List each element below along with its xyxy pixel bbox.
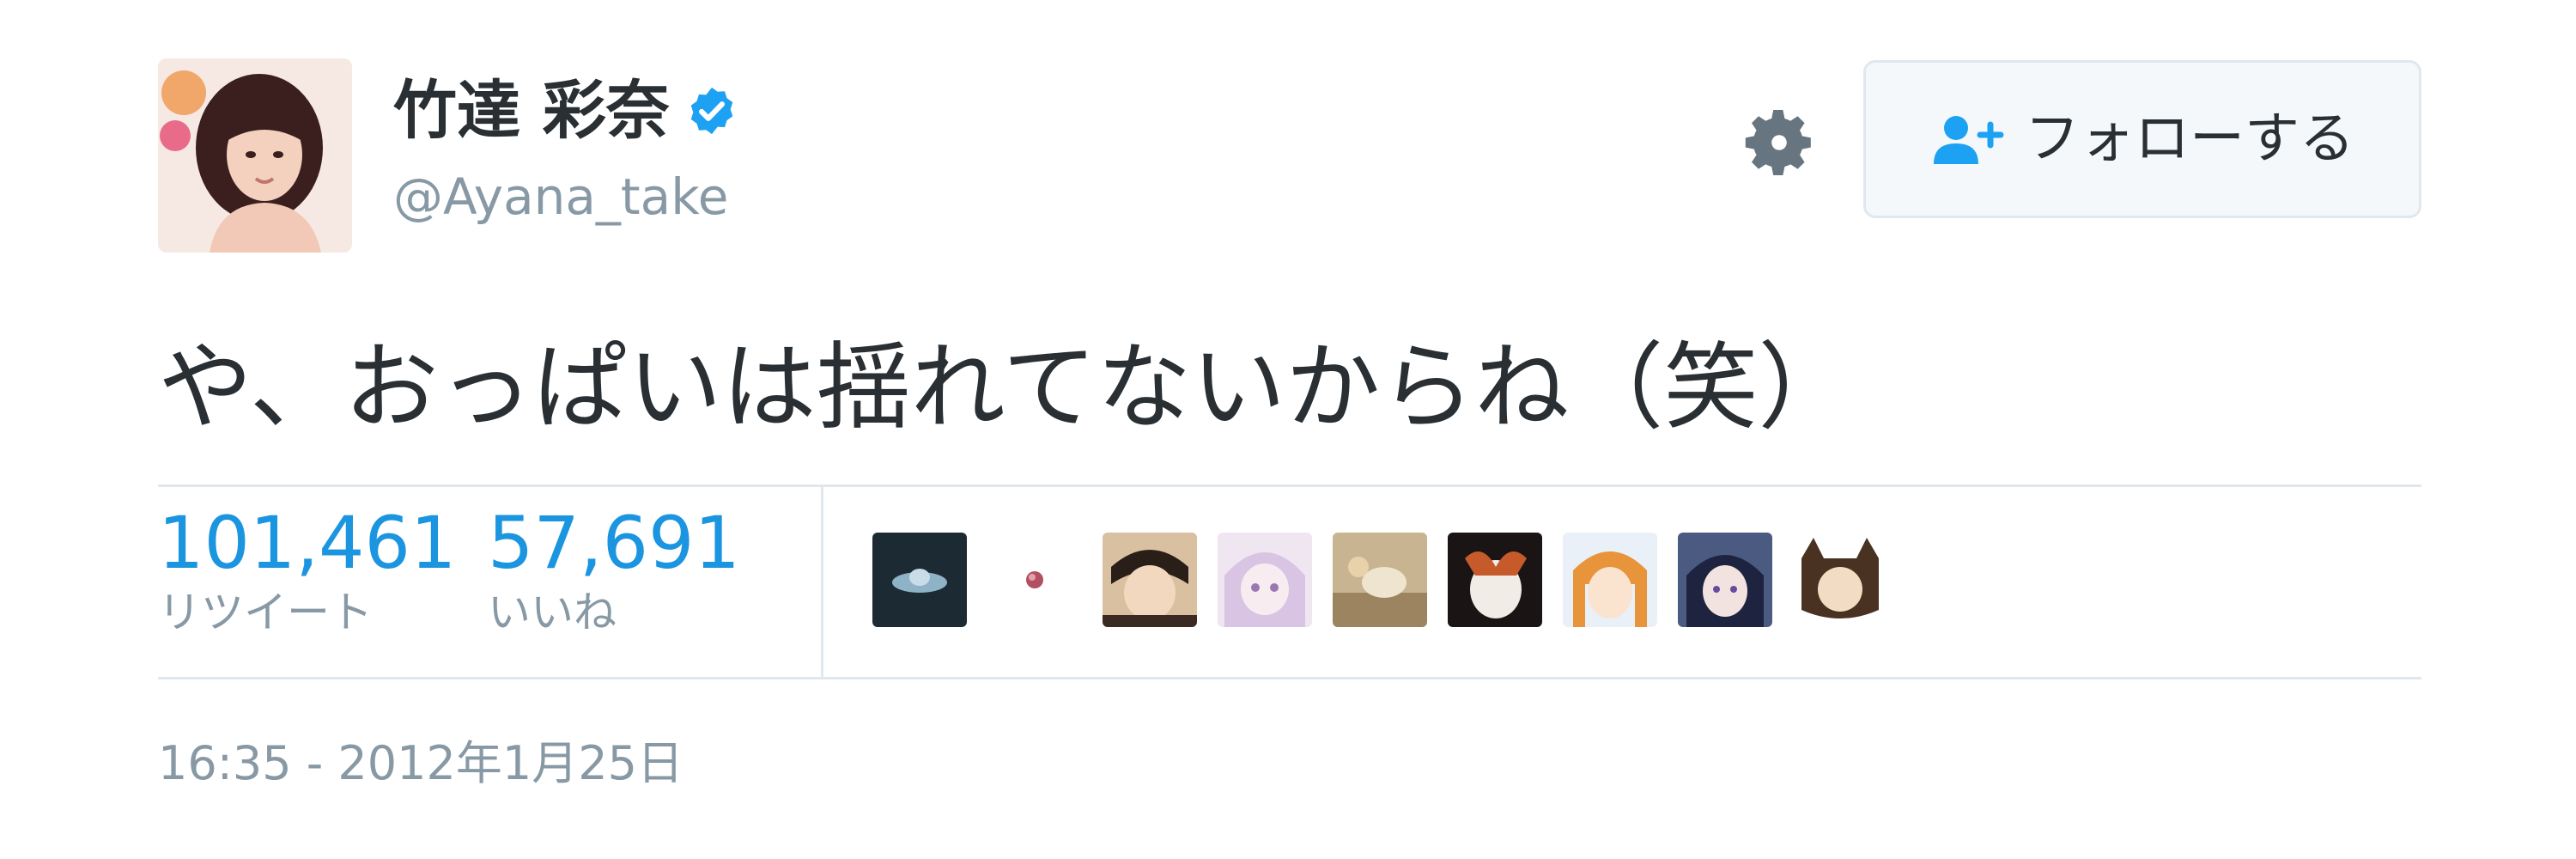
liker-avatar-1[interactable]	[872, 533, 967, 627]
liker-avatar-8[interactable]	[1678, 533, 1772, 627]
liker-avatars	[872, 533, 1887, 627]
retweet-stat[interactable]: 101,461 リツイート	[158, 507, 456, 634]
like-count[interactable]: 57,691	[488, 507, 740, 579]
user-avatar[interactable]	[158, 58, 352, 253]
verified-badge-icon	[685, 84, 738, 137]
tweet-card: 竹達 彩奈 @Ayana_take フォローする や、おっぱいは揺れてないからね…	[0, 0, 2576, 859]
divider-top	[158, 484, 2421, 487]
user-handle[interactable]: @Ayana_take	[393, 172, 728, 222]
liker-avatar-3[interactable]	[1103, 533, 1197, 627]
add-user-icon	[1930, 111, 2006, 168]
stats-divider	[821, 486, 823, 677]
liker-avatar-2[interactable]	[987, 533, 1082, 627]
divider-bottom	[158, 677, 2421, 679]
like-label: いいね	[488, 588, 617, 637]
display-name[interactable]: 竹達 彩奈	[393, 79, 738, 143]
liker-avatar-9[interactable]	[1793, 533, 1887, 627]
retweet-count[interactable]: 101,461	[158, 507, 456, 579]
display-name-text[interactable]: 竹達 彩奈	[393, 79, 670, 143]
like-stat[interactable]: 57,691 いいね	[488, 507, 740, 634]
gear-icon[interactable]	[1738, 101, 1820, 184]
tweet-timestamp[interactable]: 16:35 - 2012年1月25日	[158, 740, 683, 787]
liker-avatar-7[interactable]	[1563, 533, 1657, 627]
tweet-text: や、おっぱいは揺れてないからね（笑）	[158, 332, 1853, 442]
follow-button[interactable]: フォローする	[1863, 60, 2421, 218]
liker-avatar-5[interactable]	[1333, 533, 1427, 627]
liker-avatar-6[interactable]	[1448, 533, 1542, 627]
retweet-label: リツイート	[158, 588, 373, 637]
follow-button-label: フォローする	[2025, 107, 2354, 171]
liker-avatar-4[interactable]	[1218, 533, 1312, 627]
